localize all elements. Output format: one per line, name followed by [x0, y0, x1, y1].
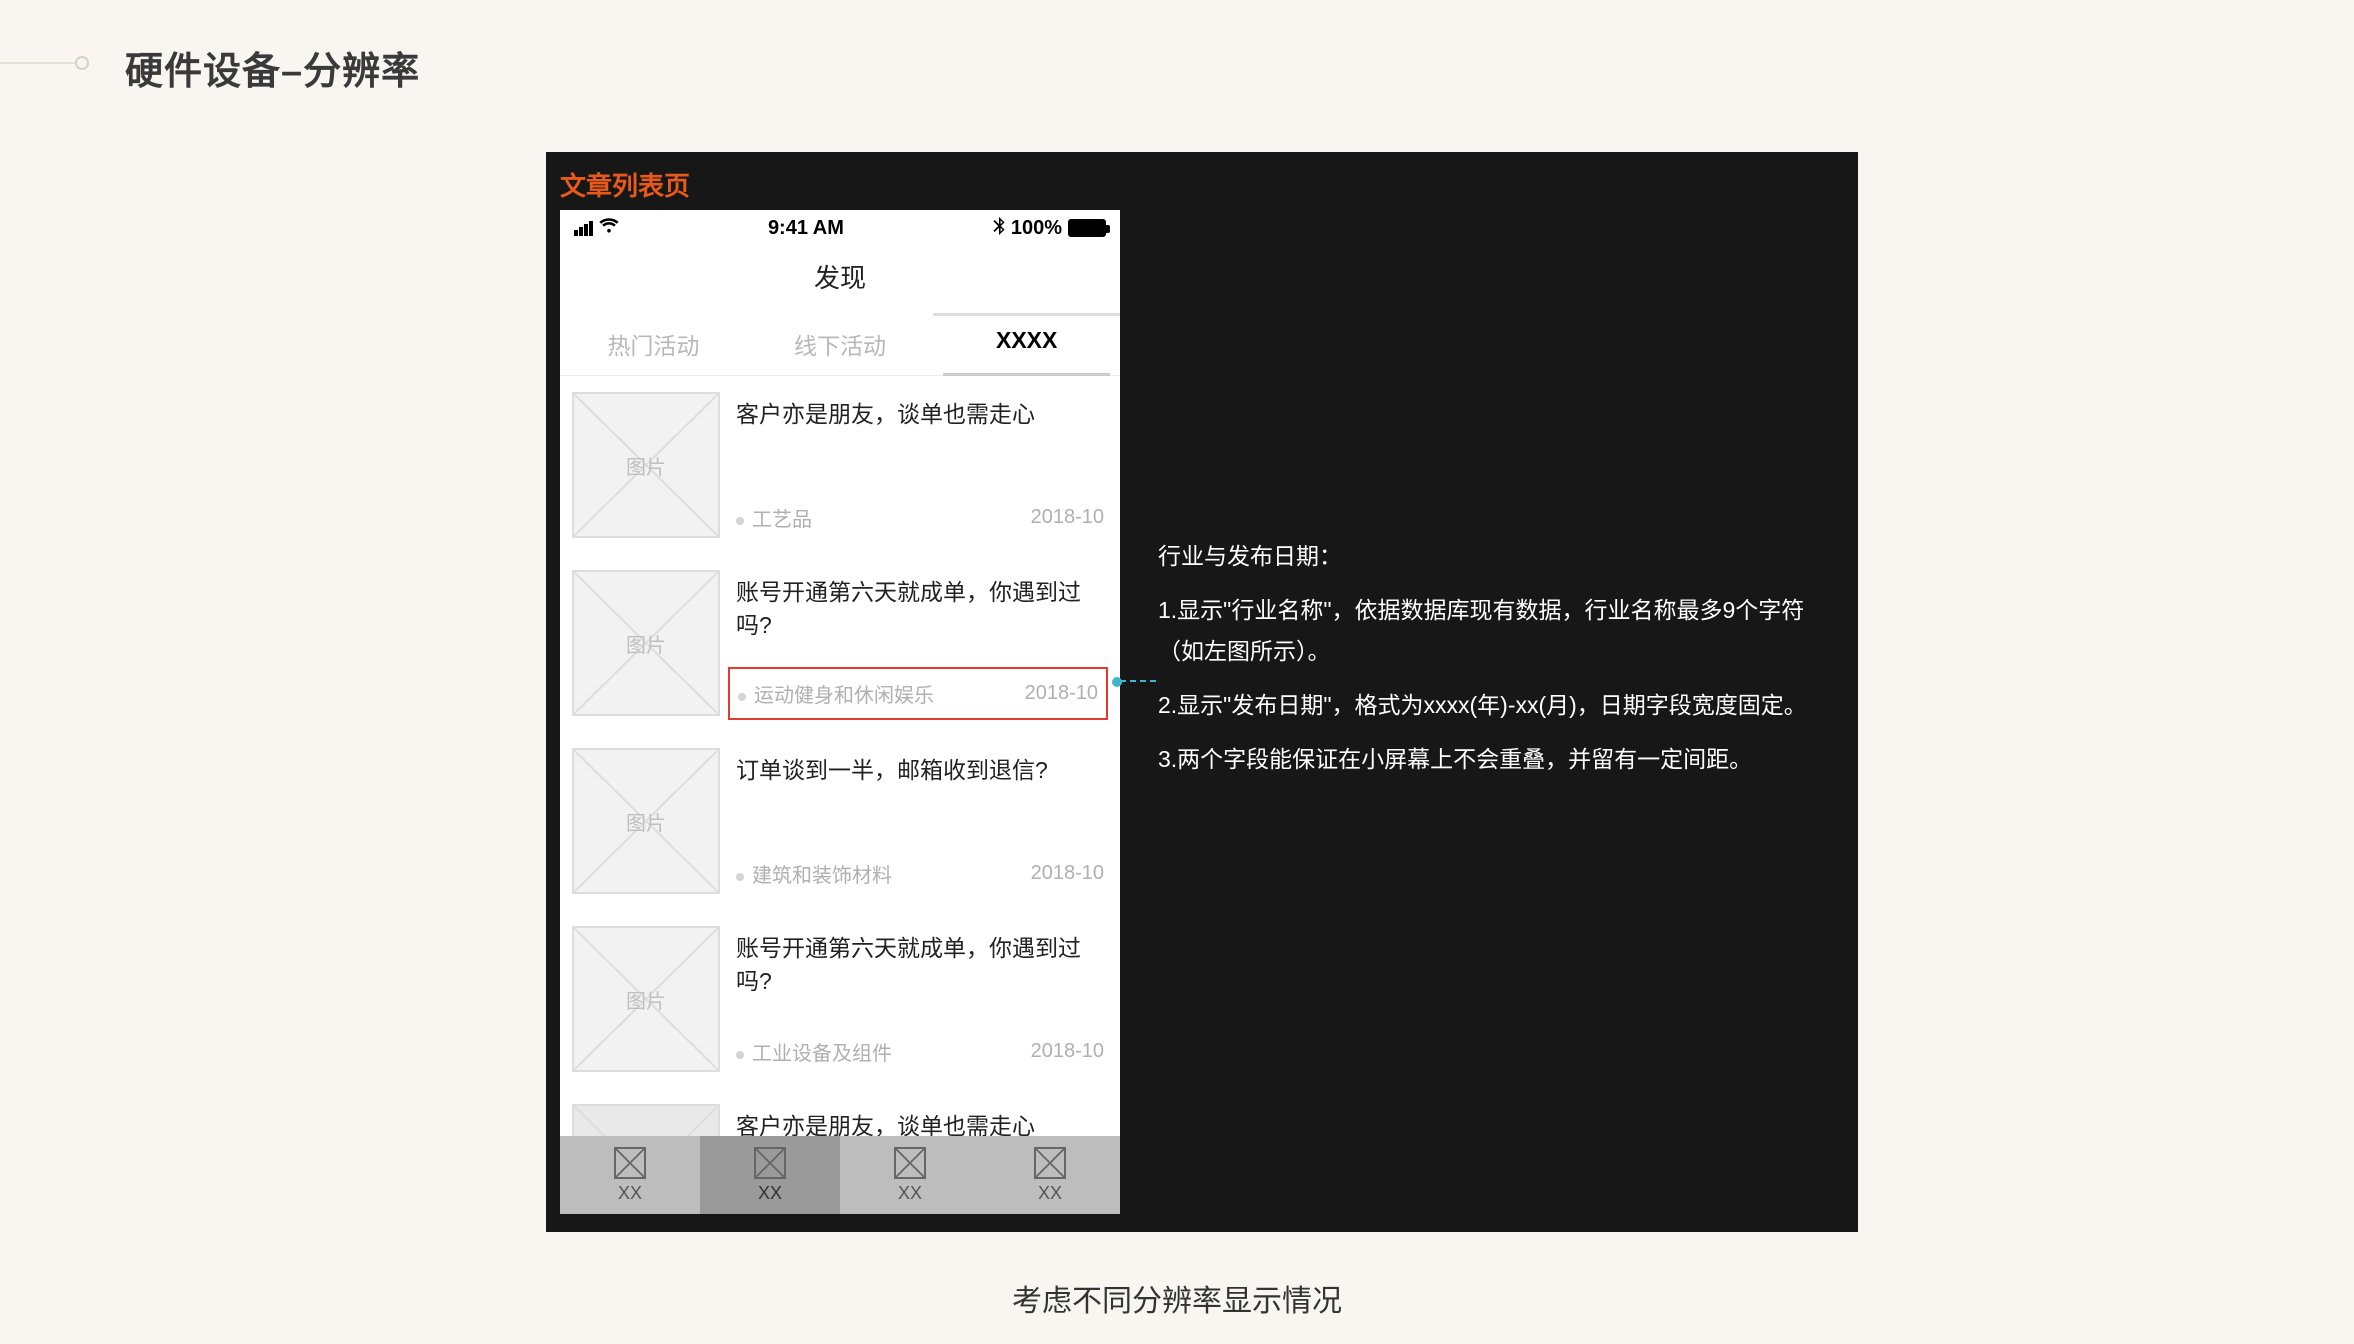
meta-bottom: 工艺品 2018-10: [736, 503, 1104, 532]
list-item[interactable]: 图片 客户亦是朋友，谈单也需走心 工艺品 2018-10: [572, 376, 1108, 554]
mock-title: 文章列表页: [560, 166, 690, 203]
list-item-meta: 客户亦是朋友，谈单也需走心 工艺品 2018-10: [736, 392, 1108, 538]
annotation-connector: [1120, 680, 1156, 682]
list-item-meta: 订单谈到一半，邮箱收到退信? 建筑和装饰材料 2018-10: [736, 748, 1108, 894]
tab-offline[interactable]: 线下活动: [747, 313, 934, 375]
spec-canvas: 文章列表页 9:41 AM 100% 发现: [546, 152, 1858, 1232]
meta-bottom: 建筑和装饰材料 2018-10: [736, 859, 1104, 888]
annotation-line: 1.显示"行业名称"，依据数据库现有数据，行业名称最多9个字符（如左图所示）。: [1158, 590, 1828, 671]
article-title: 订单谈到一半，邮箱收到退信?: [736, 754, 1104, 787]
industry-label: 工艺品: [736, 503, 812, 532]
battery-pct: 100%: [1011, 217, 1062, 240]
tab-hot[interactable]: 热门活动: [560, 313, 747, 375]
meta-bottom: 工业设备及组件 2018-10: [736, 1037, 1104, 1066]
list-item-meta: 客户亦是朋友，谈单也需走心: [736, 1104, 1108, 1136]
signal-icon: [574, 221, 593, 236]
publish-date: 2018-10: [1031, 862, 1104, 885]
publish-date: 2018-10: [1031, 1040, 1104, 1063]
bottom-tab-label: XX: [618, 1183, 642, 1204]
thumbnail-placeholder: 图片: [572, 570, 720, 716]
meta-bottom-highlight: 运动健身和休闲娱乐 2018-10: [728, 667, 1108, 720]
thumbnail-placeholder: [572, 1104, 720, 1136]
industry-label: 工业设备及组件: [736, 1037, 892, 1066]
placeholder-icon: [614, 1147, 646, 1179]
list-item[interactable]: 图片 订单谈到一半，邮箱收到退信? 建筑和装饰材料 2018-10: [572, 732, 1108, 910]
list-item-meta: 账号开通第六天就成单，你遇到过吗? 工业设备及组件 2018-10: [736, 926, 1108, 1072]
thumbnail-placeholder: 图片: [572, 392, 720, 538]
industry-label: 建筑和装饰材料: [736, 859, 892, 888]
bottom-tabbar: XX XX XX XX: [560, 1136, 1120, 1214]
article-title: 客户亦是朋友，谈单也需走心: [736, 1110, 1104, 1136]
bottom-tab[interactable]: XX: [980, 1136, 1120, 1214]
status-time: 9:41 AM: [768, 217, 844, 240]
annotation-text: 行业与发布日期： 1.显示"行业名称"，依据数据库现有数据，行业名称最多9个字符…: [1158, 536, 1828, 793]
status-left: [574, 217, 619, 240]
annotation-heading: 行业与发布日期：: [1158, 536, 1828, 576]
publish-date: 2018-10: [1031, 506, 1104, 529]
battery-icon: [1068, 219, 1106, 237]
slide: 硬件设备–分辨率 文章列表页 9:41 AM 100%: [0, 0, 2354, 1344]
article-title: 账号开通第六天就成单，你遇到过吗?: [736, 576, 1104, 643]
list-item[interactable]: 客户亦是朋友，谈单也需走心: [572, 1088, 1108, 1136]
article-list[interactable]: 图片 客户亦是朋友，谈单也需走心 工艺品 2018-10 图片 账号开通第六天就…: [560, 376, 1120, 1136]
header-rule: [0, 62, 75, 64]
bottom-tab-label: XX: [1038, 1183, 1062, 1204]
nav-title: 发现: [560, 246, 1120, 313]
bottom-tab[interactable]: XX: [700, 1136, 840, 1214]
slide-caption: 考虑不同分辨率显示情况: [0, 1276, 2354, 1320]
annotation-line: 3.两个字段能保证在小屏幕上不会重叠，并留有一定间距。: [1158, 739, 1828, 779]
bottom-tab[interactable]: XX: [840, 1136, 980, 1214]
wifi-icon: [599, 217, 619, 240]
page-title: 硬件设备–分辨率: [125, 40, 420, 95]
status-right: 100%: [993, 217, 1106, 240]
article-title: 客户亦是朋友，谈单也需走心: [736, 398, 1104, 431]
list-item[interactable]: 图片 账号开通第六天就成单，你遇到过吗? 工业设备及组件 2018-10: [572, 910, 1108, 1088]
list-item-meta: 账号开通第六天就成单，你遇到过吗? 运动健身和休闲娱乐 2018-10: [736, 570, 1108, 716]
status-bar: 9:41 AM 100%: [560, 210, 1120, 246]
bottom-tab[interactable]: XX: [560, 1136, 700, 1214]
placeholder-icon: [894, 1147, 926, 1179]
industry-label: 运动健身和休闲娱乐: [738, 679, 934, 708]
bottom-tab-label: XX: [758, 1183, 782, 1204]
annotation-line: 2.显示"发布日期"，格式为xxxx(年)-xx(月)，日期字段宽度固定。: [1158, 685, 1828, 725]
tab-xxxx[interactable]: XXXX: [933, 313, 1120, 375]
bottom-tab-label: XX: [898, 1183, 922, 1204]
placeholder-icon: [1034, 1147, 1066, 1179]
header-dot-icon: [75, 56, 89, 70]
thumbnail-placeholder: 图片: [572, 748, 720, 894]
article-title: 账号开通第六天就成单，你遇到过吗?: [736, 932, 1104, 999]
top-tabs: 热门活动 线下活动 XXXX: [560, 313, 1120, 376]
publish-date: 2018-10: [1025, 682, 1098, 705]
placeholder-icon: [754, 1147, 786, 1179]
thumbnail-placeholder: 图片: [572, 926, 720, 1072]
phone-mockup: 9:41 AM 100% 发现 热门活动 线下活动 XXXX 图片: [560, 210, 1120, 1214]
bluetooth-icon: [993, 217, 1005, 240]
list-item[interactable]: 图片 账号开通第六天就成单，你遇到过吗? 运动健身和休闲娱乐 2018-10: [572, 554, 1108, 732]
